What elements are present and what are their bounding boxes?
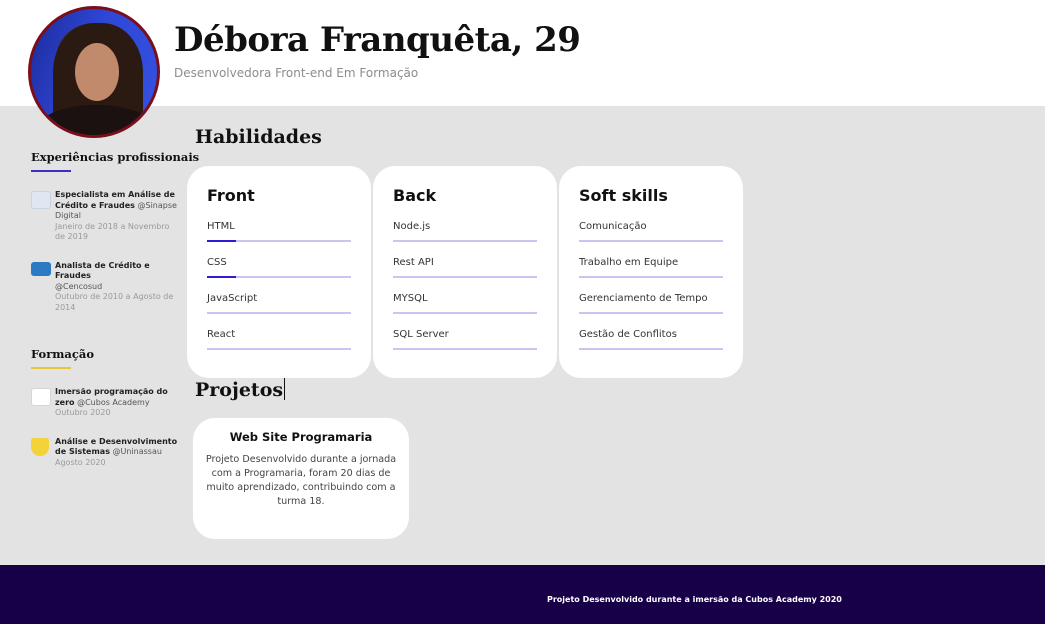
project-title: Web Site Programaria <box>229 430 373 444</box>
skills-card-title: Back <box>393 186 437 205</box>
skill-item: Gestão de Conflitos <box>579 327 723 363</box>
skill-item: Trabalho em Equipe <box>579 255 723 291</box>
project-card[interactable]: Web Site Programaria Projeto Desenvolvid… <box>193 418 409 539</box>
education-item: Imersão programação do zero @Cubos Acade… <box>31 387 181 419</box>
skill-progress-bar <box>393 240 537 242</box>
skill-item: Node.js <box>393 219 537 255</box>
footer-text: Projeto Desenvolvido durante a imersão d… <box>547 595 842 604</box>
skill-progress-bar <box>207 312 351 314</box>
experience-item: Analista de Crédito e Fraudes @Cencosud … <box>31 261 181 314</box>
skill-item: JavaScript <box>207 291 351 327</box>
skill-progress-bar <box>579 348 723 350</box>
skills-card-front: Front HTML CSS JavaScript React <box>187 166 371 378</box>
sidebar: Experiências profissionais Especialista … <box>31 150 200 468</box>
cencosud-logo-icon <box>31 261 51 276</box>
skill-item: CSS <box>207 255 351 291</box>
skills-card-title: Soft skills <box>579 186 668 205</box>
skills-card-soft: Soft skills Comunicação Trabalho em Equi… <box>559 166 743 378</box>
experience-divider <box>31 170 71 172</box>
skill-label: HTML <box>207 221 235 232</box>
skill-item: Comunicação <box>579 219 723 255</box>
skill-item: HTML <box>207 219 351 255</box>
skill-progress-bar <box>207 348 351 350</box>
cubos-logo-icon <box>31 388 51 406</box>
skill-label: JavaScript <box>207 293 258 304</box>
education-divider <box>31 367 71 369</box>
sinapse-logo-icon <box>31 191 51 209</box>
skill-item: SQL Server <box>393 327 537 363</box>
skills-card-back: Back Node.js Rest API MYSQL SQL Server <box>373 166 557 378</box>
skill-label: Comunicação <box>579 221 647 232</box>
skill-item: Gerenciamento de Tempo <box>579 291 723 327</box>
skill-progress-bar <box>579 276 723 278</box>
skill-label: MYSQL <box>393 293 428 304</box>
profile-avatar <box>28 6 160 138</box>
education-period: Outubro 2020 <box>55 408 111 417</box>
skill-progress-bar <box>207 240 351 242</box>
experience-title: Experiências profissionais <box>31 150 200 164</box>
skills-heading: Habilidades <box>195 126 322 148</box>
skill-item: React <box>207 327 351 363</box>
skill-label: Gestão de Conflitos <box>579 329 677 340</box>
skill-progress-bar <box>393 312 537 314</box>
skill-item: MYSQL <box>393 291 537 327</box>
education-period: Agosto 2020 <box>55 457 106 467</box>
avatar-face <box>75 43 119 101</box>
profile-subtitle: Desenvolvedora Front-end Em Formação <box>174 66 419 80</box>
skill-label: Trabalho em Equipe <box>579 257 679 268</box>
education-item: Análise e Desenvolvimento de Sistemas @U… <box>31 437 181 469</box>
skill-item: Rest API <box>393 255 537 291</box>
skill-progress-bar <box>579 312 723 314</box>
experience-period: Janeiro de 2018 a Novembro de 2019 <box>55 221 170 242</box>
skill-progress-fill <box>207 276 236 278</box>
experience-item: Especialista em Análise de Crédito e Fra… <box>31 190 181 243</box>
skills-card-title: Front <box>207 186 255 205</box>
uninassau-shield-icon <box>31 437 49 456</box>
skill-label: React <box>207 329 236 340</box>
skill-label: SQL Server <box>393 329 449 340</box>
skill-label: Gerenciamento de Tempo <box>579 293 708 304</box>
experience-company: @Cencosud <box>55 281 103 291</box>
experience-role: Analista de Crédito e Fraudes <box>55 260 150 281</box>
projects-heading-text: Projetos <box>195 379 284 401</box>
education-title: Formação <box>31 347 95 361</box>
avatar-shirt <box>41 105 151 135</box>
footer: Projeto Desenvolvido durante a imersão d… <box>0 565 1045 624</box>
experience-period: Outubro de 2010 a Agosto de 2014 <box>55 292 174 312</box>
skill-label: Rest API <box>393 257 434 268</box>
skill-label: Node.js <box>393 221 431 232</box>
education-section: Formação Imersão programação do zero @Cu… <box>31 347 181 468</box>
skill-progress-bar <box>207 276 351 278</box>
skill-progress-fill <box>207 240 236 242</box>
skill-progress-bar <box>579 240 723 242</box>
skill-progress-bar <box>393 348 537 350</box>
education-school: @Cubos Academy <box>77 397 150 407</box>
education-school: @Uninassau <box>112 447 162 456</box>
skill-label: CSS <box>207 257 227 268</box>
project-description: Projeto Desenvolvido durante a jornada c… <box>205 454 397 507</box>
skill-progress-bar <box>393 276 537 278</box>
text-cursor <box>284 378 286 400</box>
profile-name: Débora Franquêta, 29 <box>174 20 581 60</box>
projects-heading: Projetos <box>195 378 286 401</box>
